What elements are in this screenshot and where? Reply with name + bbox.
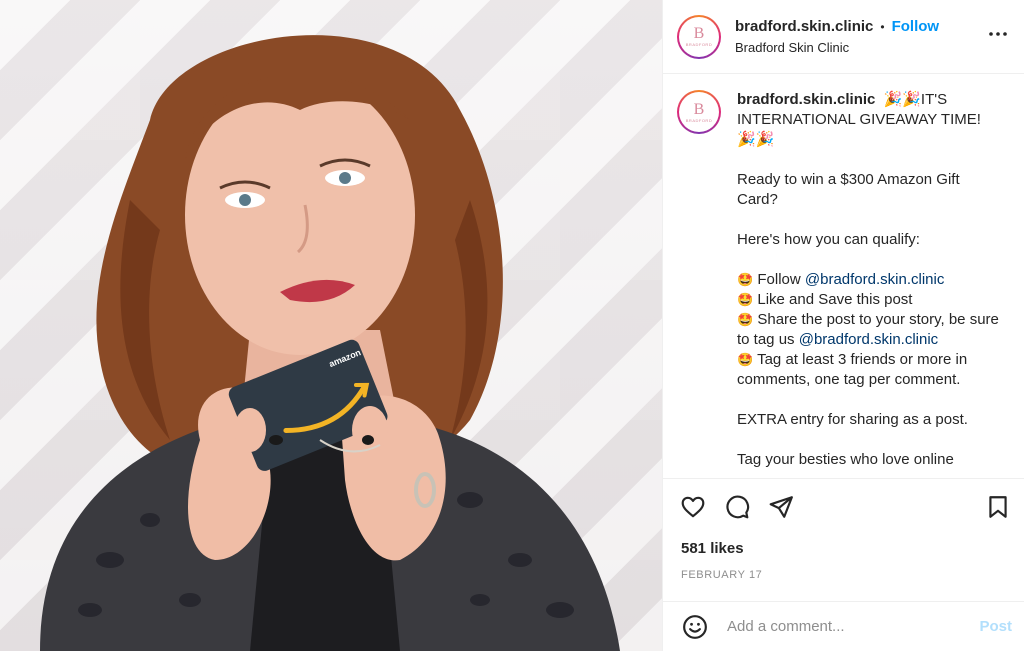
paper-plane-icon[interactable] <box>767 493 795 521</box>
caption-avatar-initial: B <box>693 100 705 118</box>
caption-line-2: Ready to win a $300 Amazon Gift Card? <box>737 171 960 208</box>
bookmark-icon[interactable] <box>984 493 1012 521</box>
caption-avatar[interactable]: B BRADFORD <box>677 90 721 478</box>
post-photo[interactable]: amazon <box>0 0 662 651</box>
heart-icon[interactable] <box>679 493 707 521</box>
comment-icon[interactable] <box>723 493 751 521</box>
instagram-post: amazon B BRADFORD bradford.skin.clinic •… <box>0 0 1024 651</box>
likes-count[interactable]: 581 likes <box>663 534 1024 557</box>
item4-text: Tag at least 3 friends or more in commen… <box>737 351 968 388</box>
smiley-icon[interactable] <box>681 613 709 641</box>
mention-link[interactable]: @bradford.skin.clinic <box>805 271 944 288</box>
post-comment-button[interactable]: Post <box>979 618 1012 635</box>
caption-line-3: Here's how you can qualify: <box>737 231 920 248</box>
comment-bar: Post <box>663 601 1024 651</box>
action-bar <box>663 478 1024 534</box>
post-header: B BRADFORD bradford.skin.clinic • Follow… <box>663 0 1024 74</box>
caption-area: B BRADFORD bradford.skin.clinic 🎉🎉IT'S I… <box>663 74 1024 478</box>
mention-link[interactable]: @bradford.skin.clinic <box>799 331 938 348</box>
avatar-word: BRADFORD <box>685 42 713 47</box>
item3-emoji: 🤩 <box>737 312 754 327</box>
avatar-initial: B <box>693 25 705 42</box>
item1-emoji: 🤩 <box>737 272 754 287</box>
header-username-link[interactable]: bradford.skin.clinic <box>735 18 873 35</box>
caption-line-4: EXTRA entry for sharing as a post. <box>737 411 968 428</box>
item2-emoji: 🤩 <box>737 292 754 307</box>
header-top: bradford.skin.clinic • Follow <box>735 18 986 35</box>
item4-emoji: 🤩 <box>737 352 754 367</box>
post-caption: bradford.skin.clinic 🎉🎉IT'S INTERNATIONA… <box>737 90 999 478</box>
header-display-name: Bradford Skin Clinic <box>735 40 850 55</box>
header-separator: • <box>880 19 885 34</box>
follow-button[interactable]: Follow <box>892 18 940 35</box>
item2-text: Like and Save this post <box>757 291 913 308</box>
caption-username-link[interactable]: bradford.skin.clinic <box>737 91 875 108</box>
comment-input[interactable] <box>725 617 980 636</box>
post-image: amazon <box>40 35 620 651</box>
caption-avatar-word: BRADFORD <box>685 117 713 123</box>
avatar-logo: B BRADFORD <box>679 16 719 57</box>
more-options-icon[interactable] <box>986 22 1010 52</box>
post-side-panel: B BRADFORD bradford.skin.clinic • Follow… <box>662 0 1024 651</box>
item1-text: Follow <box>757 271 801 288</box>
caption-line-5: Tag your besties who love online <box>737 451 954 468</box>
profile-avatar[interactable]: B BRADFORD <box>677 14 721 59</box>
header-text: bradford.skin.clinic • Follow Bradford S… <box>735 18 986 55</box>
post-date[interactable]: FEBRUARY 17 <box>663 557 1024 581</box>
